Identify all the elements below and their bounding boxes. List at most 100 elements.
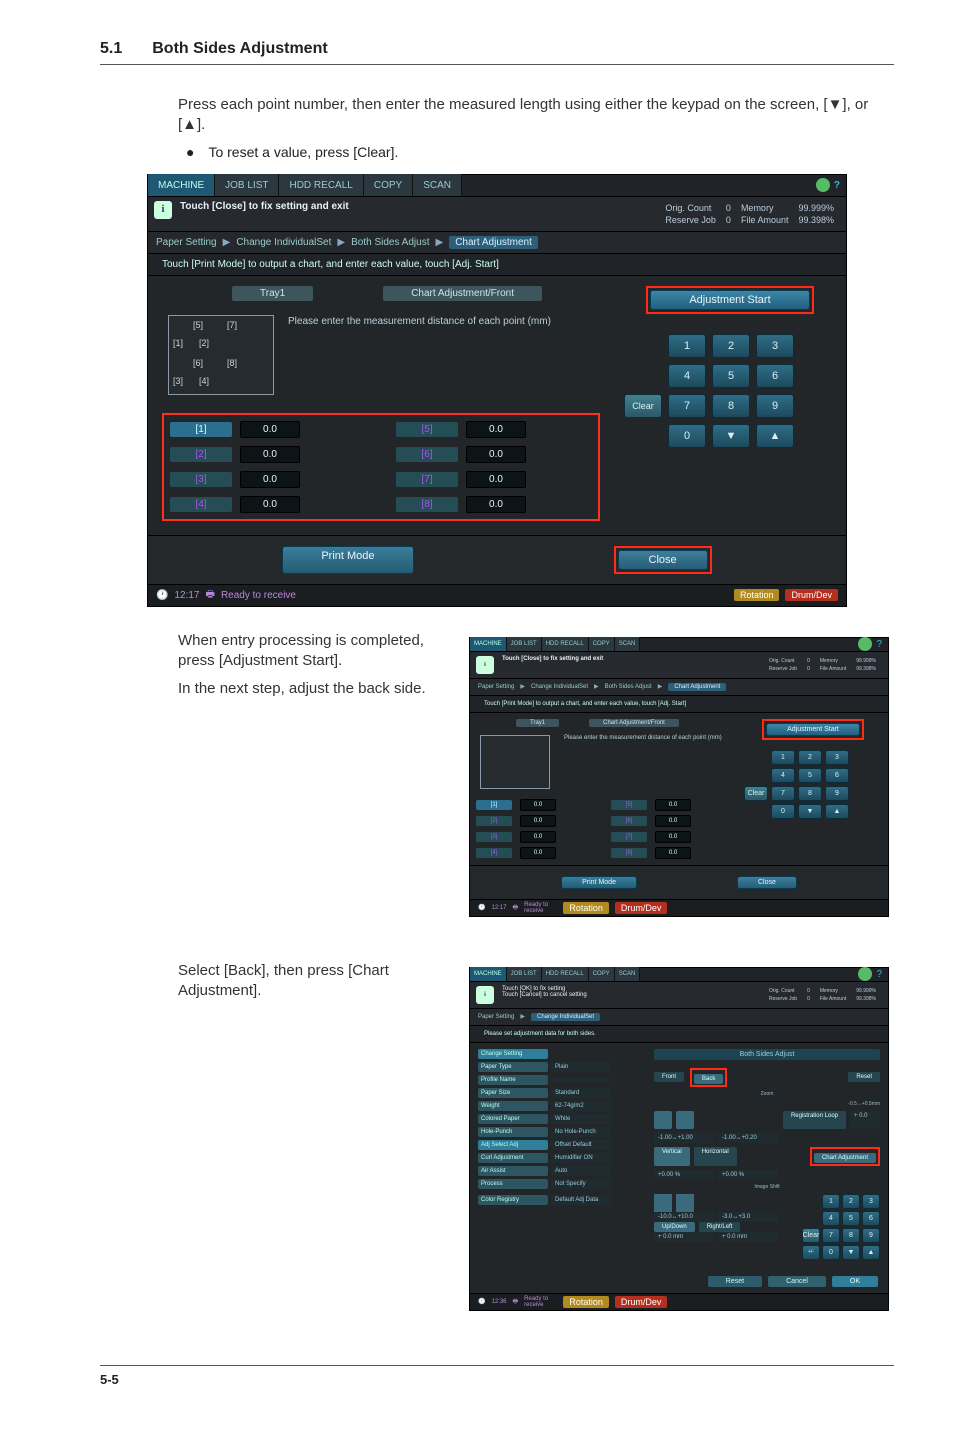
footer-reset-button[interactable]: Reset bbox=[708, 1276, 762, 1287]
help-icon[interactable]: ? bbox=[876, 639, 882, 650]
value-grid: [1] 0.0 [5] 0.0 [2] 0.0 [6] 0.0 [3] 0.0 [7] 0.… bbox=[162, 413, 600, 521]
val-3: 0.0 bbox=[240, 471, 300, 488]
ui-screenshot-2: MACHINE JOB LIST HDD RECALL COPY SCAN ? … bbox=[469, 637, 889, 917]
val-label-3[interactable]: [3] bbox=[170, 472, 232, 487]
val-1: 0.0 bbox=[240, 421, 300, 438]
val-8: 0.0 bbox=[466, 496, 526, 513]
kp-9[interactable]: 9 bbox=[756, 394, 794, 418]
chip-mode: Chart Adjustment/Front bbox=[383, 286, 542, 301]
kp-2[interactable]: 2 bbox=[712, 334, 750, 358]
close-button[interactable]: Close bbox=[618, 550, 708, 570]
crumb-chart-adj: Chart Adjustment bbox=[449, 236, 538, 249]
kp-7[interactable]: 7 bbox=[668, 394, 706, 418]
clear-button[interactable]: Clear bbox=[624, 394, 662, 418]
val-label-8[interactable]: [8] bbox=[396, 497, 458, 512]
para-intro: Press each point number, then enter the … bbox=[178, 95, 894, 136]
tab-scan[interactable]: SCAN bbox=[413, 174, 462, 196]
kp-0[interactable]: 0 bbox=[668, 424, 706, 448]
bullet-dot: ● bbox=[186, 144, 194, 160]
val-label-7[interactable]: [7] bbox=[396, 472, 458, 487]
front-button[interactable]: Front bbox=[654, 1072, 684, 1082]
updown-button[interactable]: Up/Down bbox=[654, 1222, 695, 1232]
info-stats: Orig. Count0 Memory99.999% Reserve Job0 … bbox=[659, 201, 840, 227]
tab-copy[interactable]: COPY bbox=[364, 174, 413, 196]
para-nextstep: In the next step, adjust the back side. bbox=[178, 679, 444, 699]
registration-button[interactable]: Registration Loop bbox=[783, 1111, 846, 1129]
bullet-row: ● To reset a value, press [Clear]. bbox=[186, 144, 894, 160]
crumb-change-individual[interactable]: Change IndividualSet bbox=[236, 237, 331, 248]
sub-instruction: Touch [Print Mode] to output a chart, an… bbox=[148, 254, 846, 276]
info-text: Touch [Close] to fix setting and exit bbox=[180, 201, 349, 212]
chip-tray: Tray1 bbox=[232, 286, 313, 301]
reset-button[interactable]: Reset bbox=[848, 1072, 880, 1082]
tab-joblist[interactable]: JOB LIST bbox=[215, 174, 279, 196]
kp-down[interactable]: ▼ bbox=[712, 424, 750, 448]
power-icon bbox=[816, 178, 830, 192]
shift-icon-2 bbox=[676, 1194, 694, 1212]
zoom-icon-1 bbox=[654, 1111, 672, 1129]
val-label-2[interactable]: [2] bbox=[170, 447, 232, 462]
val-label-4[interactable]: [4] bbox=[170, 497, 232, 512]
kp-8[interactable]: 8 bbox=[712, 394, 750, 418]
kp-4[interactable]: 4 bbox=[668, 364, 706, 388]
ui-info-bar: i Touch [Close] to fix setting and exit … bbox=[148, 197, 846, 232]
adjustment-start-button[interactable]: Adjustment Start bbox=[650, 290, 809, 310]
ui-screenshot-1: MACHINE JOB LIST HDD RECALL COPY SCAN ? … bbox=[147, 174, 847, 607]
val-2: 0.0 bbox=[240, 446, 300, 463]
bullet-text: To reset a value, press [Clear]. bbox=[208, 144, 398, 160]
val-4: 0.0 bbox=[240, 496, 300, 513]
status-bar: 🕐 12:17 🖶 Ready to receive Rotation Drum… bbox=[148, 584, 846, 606]
chart-adjustment-button[interactable]: Chart Adjustment bbox=[814, 1153, 876, 1163]
tab-hddrecall[interactable]: HDD RECALL bbox=[279, 174, 363, 196]
info-icon: i bbox=[476, 986, 494, 1004]
footer-ok-button[interactable]: OK bbox=[832, 1276, 878, 1287]
keypad: 1 2 3 4 5 6 Clear 7 8 9 0 ▼ ▲ bbox=[624, 334, 836, 448]
both-sides-head: Both Sides Adjust bbox=[654, 1049, 880, 1060]
para-adjstart: When entry processing is completed, pres… bbox=[178, 631, 444, 672]
kp-5[interactable]: 5 bbox=[712, 364, 750, 388]
val-label-1[interactable]: [1] bbox=[170, 422, 232, 437]
help-icon[interactable]: ? bbox=[834, 180, 840, 191]
measurement-diagram: [5] [7] [1] [2] [6] [8] [3] [4] Please e… bbox=[168, 315, 594, 395]
back-button[interactable]: Back bbox=[694, 1074, 723, 1084]
adjustment-start-button[interactable]: Adjustment Start bbox=[766, 723, 860, 736]
chevron-right-icon: ▶ bbox=[223, 237, 231, 248]
val-label-6[interactable]: [6] bbox=[396, 447, 458, 462]
change-setting-tab[interactable]: Change Setting bbox=[478, 1049, 548, 1059]
ui-screenshot-3: MACHINE JOB LIST HDD RECALL COPY SCAN ? … bbox=[469, 967, 889, 1311]
kp-1[interactable]: 1 bbox=[668, 334, 706, 358]
printer-icon: 🖶 bbox=[205, 587, 214, 604]
crumb-both-sides[interactable]: Both Sides Adjust bbox=[351, 237, 429, 248]
vertical-button[interactable]: Vertical bbox=[654, 1147, 690, 1166]
status-rotation: Rotation bbox=[734, 589, 780, 601]
horizontal-button[interactable]: Horizontal bbox=[694, 1147, 737, 1166]
chevron-right-icon: ▶ bbox=[337, 237, 345, 248]
kp-3[interactable]: 3 bbox=[756, 334, 794, 358]
status-drum: Drum/Dev bbox=[785, 589, 838, 601]
val-7: 0.0 bbox=[466, 471, 526, 488]
print-mode-button[interactable]: Print Mode bbox=[282, 546, 413, 574]
val-6: 0.0 bbox=[466, 446, 526, 463]
shift-icon-1 bbox=[654, 1194, 672, 1212]
ui-topbar: MACHINE JOB LIST HDD RECALL COPY SCAN ? bbox=[148, 175, 846, 197]
val-label-5[interactable]: [5] bbox=[396, 422, 458, 437]
power-icon bbox=[858, 637, 872, 651]
chevron-right-icon: ▶ bbox=[435, 237, 443, 248]
status-time: 12:17 bbox=[174, 590, 199, 601]
clock-icon: 🕐 bbox=[156, 590, 168, 601]
footer-cancel-button[interactable]: Cancel bbox=[768, 1276, 826, 1287]
rightleft-button[interactable]: Right/Left bbox=[699, 1222, 741, 1232]
tab-machine[interactable]: MACHINE bbox=[148, 174, 215, 196]
info-icon: i bbox=[476, 656, 494, 674]
page-number: 5-5 bbox=[100, 1365, 894, 1387]
info-icon: i bbox=[154, 201, 172, 219]
section-num: 5.1 bbox=[100, 40, 122, 58]
diagram-msg: Please enter the measurement distance of… bbox=[288, 315, 551, 395]
crumb-paper-setting[interactable]: Paper Setting bbox=[156, 237, 217, 248]
status-text: Ready to receive bbox=[221, 590, 296, 601]
val-5: 0.0 bbox=[466, 421, 526, 438]
help-icon[interactable]: ? bbox=[876, 969, 882, 980]
kp-up[interactable]: ▲ bbox=[756, 424, 794, 448]
zoom-icon-2 bbox=[676, 1111, 694, 1129]
kp-6[interactable]: 6 bbox=[756, 364, 794, 388]
